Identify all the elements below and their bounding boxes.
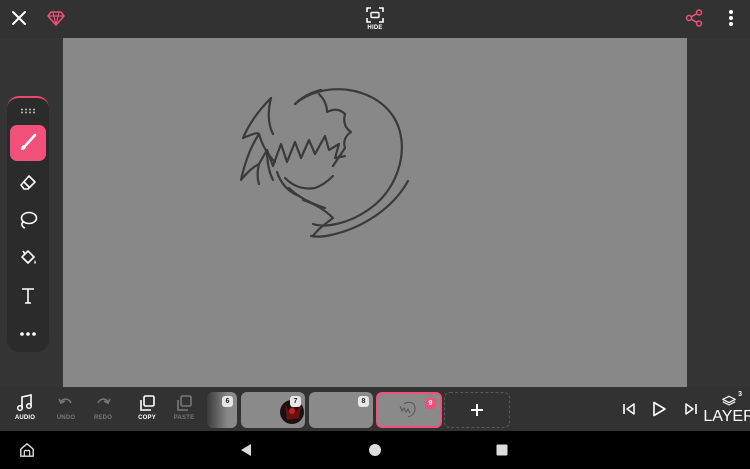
- home-circle-icon: [369, 444, 381, 456]
- close-icon: [12, 11, 26, 25]
- hide-label: HIDE: [367, 25, 383, 31]
- recents-button[interactable]: [494, 442, 510, 458]
- music-note-icon: [16, 394, 33, 412]
- layer-button[interactable]: 3 LAYER: [703, 391, 750, 426]
- more-tools-button[interactable]: [10, 316, 46, 352]
- copy-icon: [140, 395, 155, 411]
- brush-icon: [21, 133, 37, 150]
- previous-frame-button[interactable]: [619, 399, 639, 419]
- home-button[interactable]: [367, 442, 383, 458]
- audio-label: AUDIO: [14, 415, 36, 421]
- copy-button[interactable]: COPY: [131, 394, 163, 426]
- frame-thumbnail[interactable]: 8: [309, 392, 373, 428]
- frame-number: 6: [222, 396, 233, 407]
- undo-button[interactable]: UNDO: [50, 394, 82, 426]
- animation-app: HIDE AUDIO UNDO REDO COPY PASTE 6 7 8 9 …: [0, 0, 750, 469]
- fill-bucket-icon: [21, 250, 36, 264]
- eraser-tool[interactable]: [10, 164, 46, 200]
- lasso-icon: [20, 211, 38, 229]
- house-icon: [20, 443, 34, 457]
- timeline-bar: AUDIO UNDO REDO COPY PASTE 6 7 8 9 3 LAY…: [0, 387, 750, 431]
- fullscreen-icon: [366, 7, 384, 23]
- frame-thumbnail-selected[interactable]: 9: [376, 392, 442, 428]
- undo-icon: [58, 398, 72, 405]
- brush-tool[interactable]: [10, 125, 46, 161]
- more-horizontal-icon: [20, 332, 36, 336]
- more-options-button[interactable]: [722, 7, 740, 29]
- frame-number: 9: [425, 398, 436, 409]
- top-bar: HIDE: [0, 0, 750, 38]
- plus-icon: [471, 404, 483, 416]
- close-button[interactable]: [8, 7, 30, 29]
- redo-label: REDO: [93, 415, 113, 421]
- sketch-drawing: [239, 88, 410, 238]
- system-nav-bar: [0, 431, 750, 469]
- audio-button[interactable]: AUDIO: [9, 394, 41, 426]
- recents-square-icon: [496, 444, 508, 456]
- premium-button[interactable]: [45, 7, 67, 29]
- redo-button[interactable]: REDO: [87, 394, 119, 426]
- layer-label: LAYER: [703, 408, 750, 425]
- fill-tool[interactable]: [10, 240, 46, 276]
- diamond-icon: [47, 11, 65, 26]
- paste-button[interactable]: PASTE: [168, 394, 200, 426]
- paste-label: PASTE: [173, 415, 195, 421]
- skip-forward-icon: [685, 403, 697, 415]
- add-frame-button[interactable]: [444, 392, 510, 428]
- drag-handle-icon[interactable]: [20, 108, 36, 114]
- share-icon: [685, 9, 703, 27]
- back-triangle-icon: [241, 444, 251, 456]
- redo-icon: [97, 398, 111, 405]
- play-icon: [653, 401, 666, 417]
- play-button[interactable]: [649, 399, 669, 419]
- layers-icon: [722, 395, 736, 406]
- frame-number: 8: [358, 396, 369, 407]
- home-app-button[interactable]: [19, 442, 35, 458]
- layer-count: 3: [738, 391, 742, 398]
- eraser-icon: [20, 175, 36, 190]
- tool-palette: [7, 96, 49, 352]
- more-vertical-icon: [729, 10, 733, 26]
- next-frame-button[interactable]: [681, 399, 701, 419]
- paste-icon: [177, 395, 192, 411]
- hide-ui-button[interactable]: HIDE: [358, 4, 392, 34]
- frame-thumbnail[interactable]: 6: [207, 392, 237, 428]
- copy-label: COPY: [138, 415, 156, 421]
- frame-number: 7: [290, 396, 301, 407]
- frame-thumbnail[interactable]: 7: [241, 392, 305, 428]
- lasso-tool[interactable]: [10, 202, 46, 238]
- text-icon: [22, 288, 34, 304]
- skip-back-icon: [623, 403, 635, 415]
- back-button[interactable]: [238, 442, 254, 458]
- drawing-canvas[interactable]: [63, 38, 687, 387]
- undo-label: UNDO: [56, 415, 76, 421]
- share-button[interactable]: [683, 7, 705, 29]
- text-tool[interactable]: [10, 278, 46, 314]
